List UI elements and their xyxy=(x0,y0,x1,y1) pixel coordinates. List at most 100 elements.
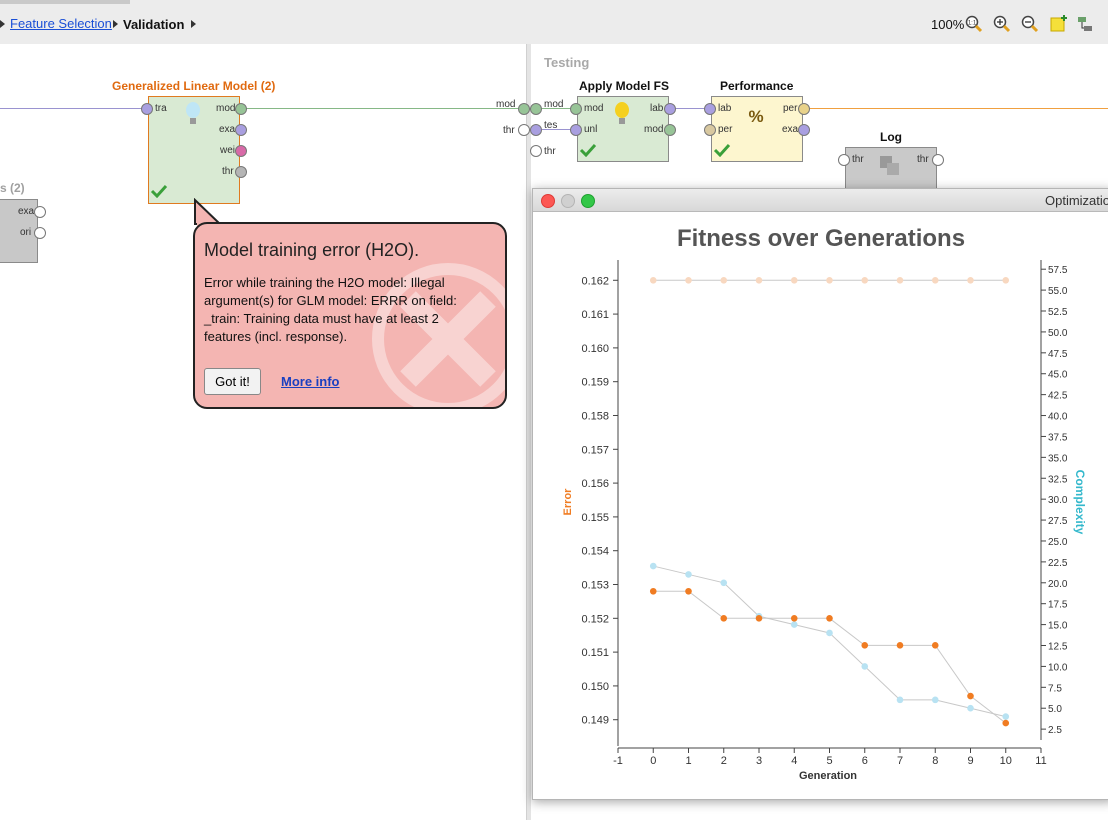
zoom-in-icon[interactable] xyxy=(992,14,1012,34)
log-port-in-thr[interactable] xyxy=(838,154,850,166)
x-tick-label: 2 xyxy=(721,755,727,767)
y-right-tick-label: 40.0 xyxy=(1048,412,1068,423)
partial-port-out-ori[interactable] xyxy=(34,227,46,239)
y-left-tick-label: 0.150 xyxy=(581,681,609,693)
series-point xyxy=(896,276,904,284)
connection-line xyxy=(245,108,523,109)
y-right-tick-label: 57.5 xyxy=(1048,265,1068,276)
performance-port-label: lab xyxy=(718,103,732,114)
partial-operator-label: s (2) xyxy=(0,181,25,195)
testing-port-mod[interactable] xyxy=(530,103,542,115)
series-point xyxy=(649,276,657,284)
subprocess-port-label: thr xyxy=(503,125,515,136)
y-right-tick-label: 12.5 xyxy=(1048,642,1068,653)
performance-port-in-per[interactable] xyxy=(704,124,716,136)
svg-text:%: % xyxy=(748,107,763,126)
x-tick-label: 11 xyxy=(1035,755,1046,767)
apply-model-port-out-mod[interactable] xyxy=(664,124,676,136)
series-point xyxy=(967,692,974,700)
x-tick-label: 9 xyxy=(967,755,973,767)
close-window-icon[interactable] xyxy=(541,194,555,208)
subprocess-port-label: mod xyxy=(496,99,516,110)
minimize-window-icon[interactable] xyxy=(561,194,575,208)
performance-label: Performance xyxy=(720,79,794,93)
apply-model-port-label: unl xyxy=(584,124,598,135)
y-left-tick-label: 0.162 xyxy=(581,275,609,287)
series-point xyxy=(931,696,939,704)
apply-model-port-label: lab xyxy=(650,103,664,114)
y-right-tick-label: 27.5 xyxy=(1048,516,1068,527)
apply-model-port-in-mod[interactable] xyxy=(570,103,582,115)
testing-port-thr[interactable] xyxy=(530,145,542,157)
svg-text:1:1: 1:1 xyxy=(968,21,977,27)
performance-port-in-lab[interactable] xyxy=(704,103,716,115)
y-right-tick-label: 20.0 xyxy=(1048,579,1068,590)
check-icon xyxy=(579,143,597,157)
apply-model-port-in-unl[interactable] xyxy=(570,124,582,136)
y-left-tick-label: 0.157 xyxy=(581,444,609,456)
series-point xyxy=(826,615,833,622)
glm-port-label: thr xyxy=(222,166,234,177)
glm-port-out-exa[interactable] xyxy=(235,124,247,136)
apply-model-port-out-lab[interactable] xyxy=(664,103,676,115)
series-point xyxy=(931,642,939,649)
x-tick-label: 3 xyxy=(756,755,762,767)
series-point xyxy=(755,615,763,622)
testing-port-label: thr xyxy=(544,146,556,157)
glm-port-out-mod[interactable] xyxy=(235,103,247,115)
window-titlebar[interactable] xyxy=(533,189,1108,212)
y-left-tick-label: 0.154 xyxy=(581,546,609,558)
series-point xyxy=(790,276,798,284)
zoom-out-icon[interactable] xyxy=(1020,14,1040,34)
log-port-out-thr[interactable] xyxy=(932,154,944,166)
connection-line xyxy=(806,108,1108,109)
performance-port-out-per[interactable] xyxy=(798,103,810,115)
process-canvas-left[interactable] xyxy=(0,44,526,820)
y-left-tick-label: 0.161 xyxy=(581,309,609,321)
breadcrumb-feature-selection[interactable]: Feature Selection xyxy=(10,16,112,31)
subprocess-port-thr[interactable] xyxy=(518,124,530,136)
y-right-tick-label: 32.5 xyxy=(1048,474,1068,485)
testing-port-tes[interactable] xyxy=(530,124,542,136)
series-point xyxy=(685,587,692,595)
got-it-button[interactable]: Got it! xyxy=(204,368,261,395)
log-label: Log xyxy=(880,130,902,144)
zoom-window-icon[interactable] xyxy=(581,194,595,208)
add-note-icon[interactable] xyxy=(1049,14,1069,34)
series-point xyxy=(649,587,657,595)
series-point xyxy=(685,571,692,578)
y-right-tick-label: 17.5 xyxy=(1048,600,1068,611)
apply-model-port-label: mod xyxy=(584,103,604,114)
log-port-label: thr xyxy=(917,154,929,165)
series-point xyxy=(685,276,692,284)
zoom-reset-icon[interactable]: 1:1 xyxy=(964,14,984,34)
series-point xyxy=(967,704,974,712)
y-right-tick-label: 52.5 xyxy=(1048,307,1068,318)
apply-model-port-label: mod xyxy=(644,124,664,135)
check-icon xyxy=(713,143,731,157)
error-message: Error while training the H2O model: Ille… xyxy=(204,275,457,344)
series-point xyxy=(931,276,939,284)
glm-port-out-thr[interactable] xyxy=(235,166,247,178)
partial-port-out-exa[interactable] xyxy=(34,206,46,218)
y-left-tick-label: 0.156 xyxy=(581,478,609,490)
series-point xyxy=(790,615,798,622)
breadcrumb-expand-icon[interactable] xyxy=(191,20,196,28)
y-left-tick-label: 0.149 xyxy=(581,715,609,727)
y-left-tick-label: 0.160 xyxy=(581,343,609,355)
subprocess-port-mod[interactable] xyxy=(518,103,530,115)
error-popup: Model training error (H2O). Error while … xyxy=(193,222,507,409)
series-point xyxy=(896,642,904,649)
glm-operator-label: Generalized Linear Model (2) xyxy=(112,79,276,93)
tab-strip xyxy=(0,0,130,4)
connection-line xyxy=(0,108,148,109)
y-right-tick-label: 45.0 xyxy=(1048,370,1068,381)
glm-port-out-wei[interactable] xyxy=(235,145,247,157)
more-info-link[interactable]: More info xyxy=(281,374,340,389)
y-axis-right-label: Complexity xyxy=(1073,470,1087,535)
glm-port-in-tra[interactable] xyxy=(141,103,153,115)
performance-port-out-exa[interactable] xyxy=(798,124,810,136)
optimization-window: Optimization Fitness over Generations -1… xyxy=(532,188,1108,800)
auto-wire-icon[interactable] xyxy=(1076,14,1096,34)
lightbulb-icon xyxy=(186,102,200,124)
